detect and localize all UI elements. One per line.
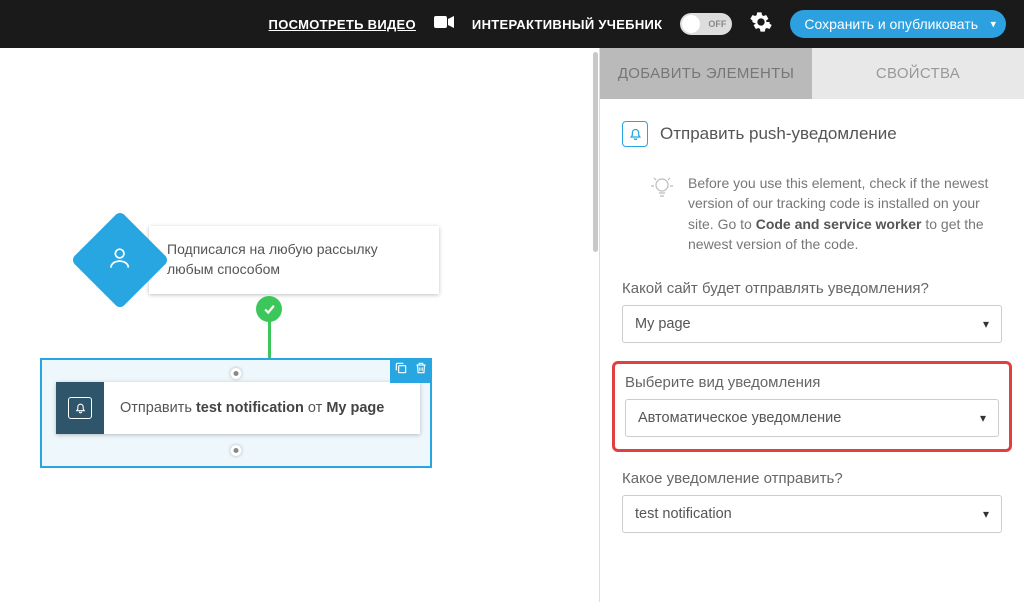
site-field-label: Какой сайт будет отправлять уведомления?	[622, 280, 1002, 297]
which-field-label: Какое уведомление отправить?	[622, 470, 1002, 487]
trigger-text-line1: Подписался на любую рассылку	[167, 241, 378, 257]
input-port[interactable]	[231, 368, 242, 379]
properties-panel: Отправить push-уведомление Before you us…	[600, 99, 1024, 602]
inspector-sidebar: ДОБАВИТЬ ЭЛЕМЕНТЫ СВОЙСТВА Отправить pus…	[599, 48, 1024, 602]
video-camera-icon	[434, 15, 454, 34]
tab-add-elements[interactable]: ДОБАВИТЬ ЭЛЕМЕНТЫ	[600, 48, 812, 99]
which-select[interactable]: test notification	[622, 495, 1002, 533]
tutorial-toggle[interactable]: OFF	[680, 13, 732, 35]
watch-video-link[interactable]: ПОСМОТРЕТЬ ВИДЕО	[269, 17, 416, 32]
main-area: Подписался на любую рассылку любым спосо…	[0, 48, 1024, 602]
action-text: Отправить test notification от My page	[104, 382, 420, 434]
sidebar-tabs: ДОБАВИТЬ ЭЛЕМЕНТЫ СВОЙСТВА	[600, 48, 1024, 99]
action-card: Отправить test notification от My page	[56, 382, 420, 434]
type-field-label: Выберите вид уведомления	[625, 374, 999, 391]
person-icon	[107, 245, 133, 276]
duplicate-icon[interactable]	[394, 361, 408, 380]
bell-box-icon	[622, 121, 648, 147]
app-header: ПОСМОТРЕТЬ ВИДЕО ИНТЕРАКТИВНЫЙ УЧЕБНИК O…	[0, 0, 1024, 48]
save-publish-button[interactable]: Сохранить и опубликовать	[790, 10, 1006, 38]
section-title: Отправить push-уведомление	[660, 124, 897, 144]
node-toolbar	[390, 358, 432, 383]
site-field-group: Какой сайт будет отправлять уведомления?…	[622, 280, 1002, 343]
canvas-scrollbar[interactable]	[593, 52, 598, 252]
trigger-node[interactable]: Подписался на любую рассылку любым спосо…	[85, 225, 439, 295]
site-select[interactable]: My page	[622, 305, 1002, 343]
trigger-text-line2: любым способом	[167, 261, 280, 277]
tab-properties[interactable]: СВОЙСТВА	[812, 48, 1024, 99]
lightbulb-icon	[650, 175, 674, 254]
hint-text: Before you use this element, check if th…	[688, 173, 1002, 254]
action-node-selected[interactable]: Отправить test notification от My page	[40, 358, 432, 468]
settings-icon[interactable]	[750, 11, 772, 38]
trigger-diamond	[71, 211, 170, 310]
delete-icon[interactable]	[414, 361, 428, 380]
trigger-card: Подписался на любую рассылку любым спосо…	[149, 226, 439, 293]
output-port[interactable]	[231, 445, 242, 456]
notification-type-field-group: Выберите вид уведомления Автоматическое …	[612, 361, 1012, 452]
section-header: Отправить push-уведомление	[622, 121, 1002, 147]
check-badge-icon	[256, 296, 282, 322]
tutorial-label: ИНТЕРАКТИВНЫЙ УЧЕБНИК	[472, 17, 662, 32]
which-notification-field-group: Какое уведомление отправить? test notifi…	[622, 470, 1002, 533]
automation-canvas[interactable]: Подписался на любую рассылку любым спосо…	[0, 48, 599, 602]
push-notification-icon	[56, 382, 104, 434]
type-select[interactable]: Автоматическое уведомление	[625, 399, 999, 437]
hint-block: Before you use this element, check if th…	[622, 173, 1002, 254]
